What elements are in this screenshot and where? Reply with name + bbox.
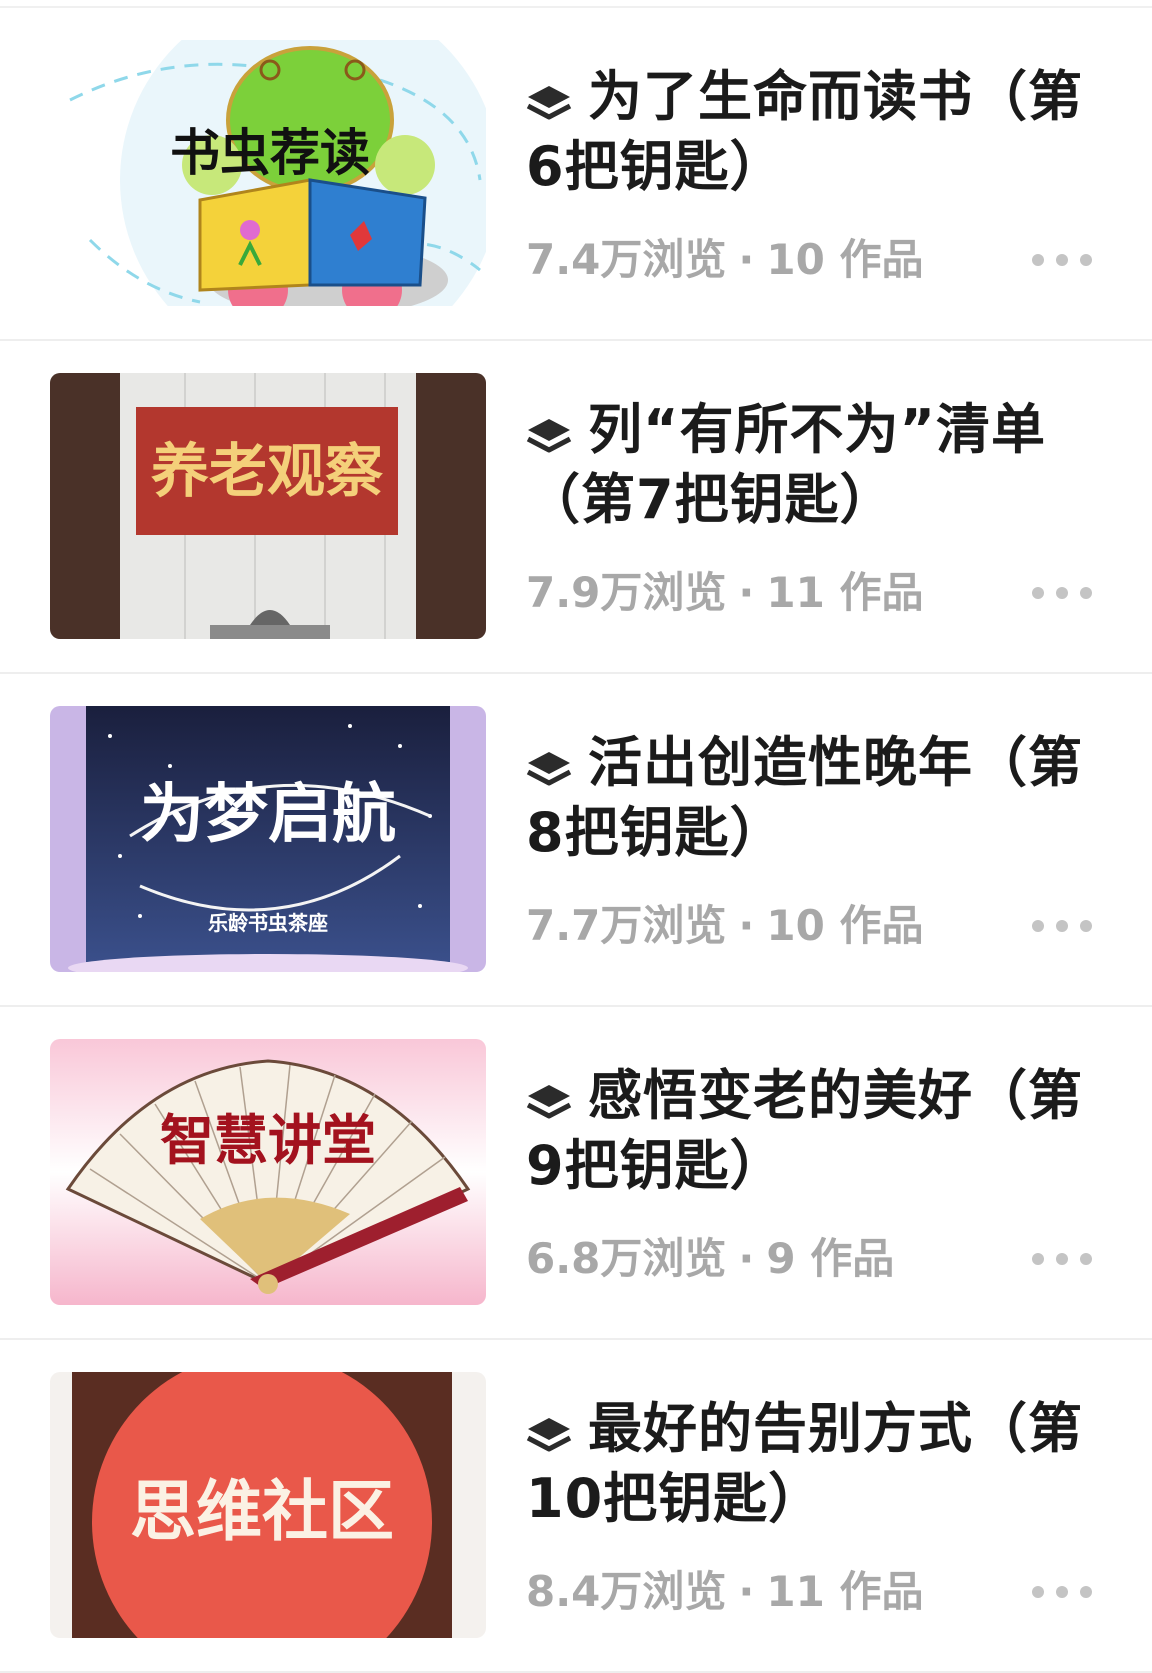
thumbnail-title: 智慧讲堂 xyxy=(160,1108,376,1172)
work-count: 11 作品 xyxy=(766,1567,924,1616)
more-horizontal-icon[interactable] xyxy=(1026,916,1098,936)
collection-title[interactable]: 最好的告别方式（第10把钥匙） xyxy=(526,1394,1106,1534)
collection-meta: 6.8万浏览 · 9 作品 xyxy=(526,1231,894,1287)
meta-separator: · xyxy=(738,901,755,950)
thumbnail-title: 书虫荐读 xyxy=(170,123,370,182)
more-horizontal-icon[interactable] xyxy=(1026,1249,1098,1269)
collection-title[interactable]: 为了生命而读书（第6把钥匙） xyxy=(526,62,1106,202)
collection-item[interactable]: 思维社区 最好的告别方式（第10把钥匙） 8.4万浏览 · 11 作品 xyxy=(0,1340,1152,1673)
view-count: 7.9万浏览 xyxy=(526,568,727,617)
collection-thumbnail[interactable]: 书虫荐读 xyxy=(50,40,486,306)
collection-meta: 7.7万浏览 · 10 作品 xyxy=(526,898,923,954)
starry-night-illustration: 为梦启航 乐龄书虫茶座 xyxy=(50,706,486,972)
meta-separator: · xyxy=(738,1234,755,1283)
collection-thumbnail[interactable]: 思维社区 xyxy=(50,1372,486,1638)
collection-thumbnail[interactable]: 智慧讲堂 xyxy=(50,1039,486,1305)
collection-meta: 7.9万浏览 · 11 作品 xyxy=(526,565,923,621)
thumbnail-title: 思维社区 xyxy=(130,1472,394,1550)
collection-item[interactable]: 智慧讲堂 感悟变老的美好（第9把钥匙） 6.8万浏览 · 9 作品 xyxy=(0,1007,1152,1340)
collection-list: 书虫荐读 为了生命而读书（第6把钥匙） 7.4万浏览 · 10 作品 养老观察 … xyxy=(0,8,1152,1673)
folding-fan-illustration: 智慧讲堂 xyxy=(50,1039,486,1305)
collection-item[interactable]: 为梦启航 乐龄书虫茶座 活出创造性晚年（第8把钥匙） 7.7万浏览 · 10 作品 xyxy=(0,674,1152,1007)
collection-meta: 8.4万浏览 · 11 作品 xyxy=(526,1564,923,1620)
collection-meta: 7.4万浏览 · 10 作品 xyxy=(526,232,923,288)
collection-title[interactable]: 感悟变老的美好（第9把钥匙） xyxy=(526,1061,1106,1201)
work-count: 10 作品 xyxy=(766,235,924,284)
more-horizontal-icon[interactable] xyxy=(1026,1582,1098,1602)
work-count: 11 作品 xyxy=(766,568,924,617)
more-horizontal-icon[interactable] xyxy=(1026,250,1098,270)
bookworm-reading-illustration: 书虫荐读 xyxy=(50,40,486,306)
view-count: 7.4万浏览 xyxy=(526,235,727,284)
collection-title[interactable]: 列“有所不为”清单（第7把钥匙） xyxy=(526,395,1106,535)
work-count: 10 作品 xyxy=(766,901,924,950)
view-count: 8.4万浏览 xyxy=(526,1567,727,1616)
meta-separator: · xyxy=(738,568,755,617)
thinking-community-illustration: 思维社区 xyxy=(50,1372,486,1638)
more-horizontal-icon[interactable] xyxy=(1026,583,1098,603)
elderly-care-sign-illustration: 养老观察 xyxy=(50,373,486,639)
view-count: 6.8万浏览 xyxy=(526,1234,727,1283)
collection-thumbnail[interactable]: 为梦启航 乐龄书虫茶座 xyxy=(50,706,486,972)
meta-separator: · xyxy=(738,1567,755,1616)
view-count: 7.7万浏览 xyxy=(526,901,727,950)
meta-separator: · xyxy=(738,235,755,284)
thumbnail-title: 养老观察 xyxy=(151,437,383,505)
collection-thumbnail[interactable]: 养老观察 xyxy=(50,373,486,639)
work-count: 9 作品 xyxy=(766,1234,895,1283)
collection-title[interactable]: 活出创造性晚年（第8把钥匙） xyxy=(526,728,1106,868)
thumbnail-title: 为梦启航 xyxy=(140,777,396,852)
thumbnail-subtitle: 乐龄书虫茶座 xyxy=(208,911,328,935)
collection-item[interactable]: 养老观察 列“有所不为”清单（第7把钥匙） 7.9万浏览 · 11 作品 xyxy=(0,341,1152,674)
collection-item[interactable]: 书虫荐读 为了生命而读书（第6把钥匙） 7.4万浏览 · 10 作品 xyxy=(0,8,1152,341)
